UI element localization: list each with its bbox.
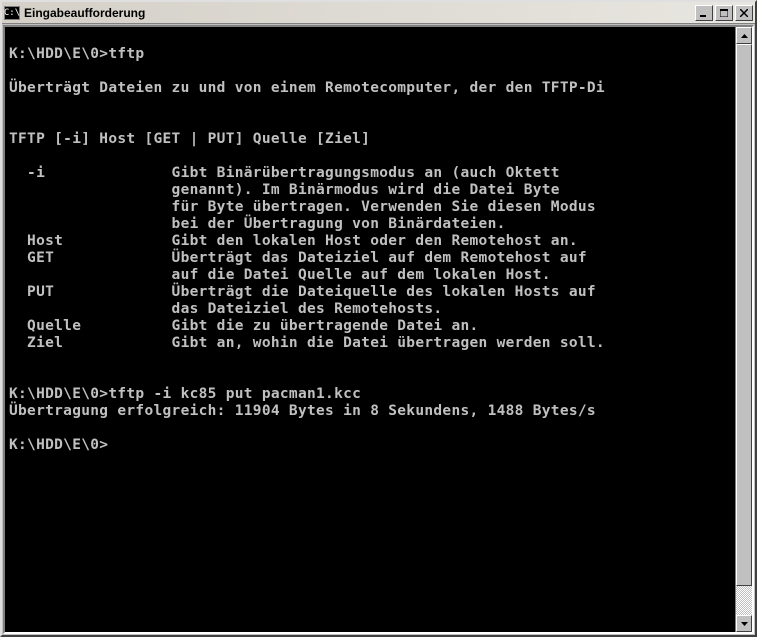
line: genannt). Im Binärmodus wird die Datei B… — [9, 182, 560, 198]
window-controls — [693, 5, 753, 21]
scroll-thumb[interactable] — [736, 44, 752, 586]
maximize-icon — [720, 9, 728, 17]
line: Überträgt Dateien zu und von einem Remot… — [9, 80, 605, 96]
scroll-track[interactable] — [736, 44, 752, 615]
close-button[interactable] — [735, 5, 753, 21]
scroll-up-button[interactable] — [736, 27, 752, 44]
close-icon — [740, 9, 748, 17]
prompt: K:\HDD\E\0> — [9, 46, 108, 62]
line: -i Gibt Binärübertragungsmodus an (auch … — [9, 165, 560, 181]
command: tftp -i kc85 put pacman1.kcc — [108, 386, 361, 402]
line: bei der Übertragung von Binärdateien. — [9, 216, 506, 232]
prompt: K:\HDD\E\0> — [9, 437, 108, 453]
titlebar[interactable]: C:\ Eingabeaufforderung — [2, 2, 755, 24]
line: TFTP [-i] Host [GET | PUT] Quelle [Ziel] — [9, 131, 370, 147]
prompt: K:\HDD\E\0> — [9, 386, 108, 402]
cmd-icon: C:\ — [4, 6, 20, 20]
line: Host Gibt den lokalen Host oder den Remo… — [9, 233, 578, 249]
line: Ziel Gibt an, wohin die Datei übertragen… — [9, 335, 605, 351]
line: Quelle Gibt die zu übertragende Datei an… — [9, 318, 479, 334]
line: auf die Datei Quelle auf dem lokalen Hos… — [9, 267, 551, 283]
window-title: Eingabeaufforderung — [24, 6, 693, 20]
scroll-down-button[interactable] — [736, 615, 752, 632]
line: GET Überträgt das Dateiziel auf dem Remo… — [9, 250, 587, 266]
maximize-button[interactable] — [715, 5, 733, 21]
minimize-icon — [700, 9, 708, 17]
client-area: K:\HDD\E\0>tftp Überträgt Dateien zu und… — [3, 25, 754, 634]
line: für Byte übertragen. Verwenden Sie diese… — [9, 199, 596, 215]
vertical-scrollbar[interactable] — [735, 27, 752, 632]
line: das Dateiziel des Remotehosts. — [9, 301, 442, 317]
terminal-output[interactable]: K:\HDD\E\0>tftp Überträgt Dateien zu und… — [5, 27, 735, 632]
minimize-button[interactable] — [695, 5, 713, 21]
command-prompt-window: C:\ Eingabeaufforderung K:\HDD\E\0>tftp … — [0, 0, 757, 637]
chevron-down-icon — [741, 622, 748, 626]
command: tftp — [108, 46, 144, 62]
chevron-up-icon — [741, 34, 748, 38]
line: Übertragung erfolgreich: 11904 Bytes in … — [9, 403, 596, 419]
line: PUT Überträgt die Dateiquelle des lokale… — [9, 284, 596, 300]
